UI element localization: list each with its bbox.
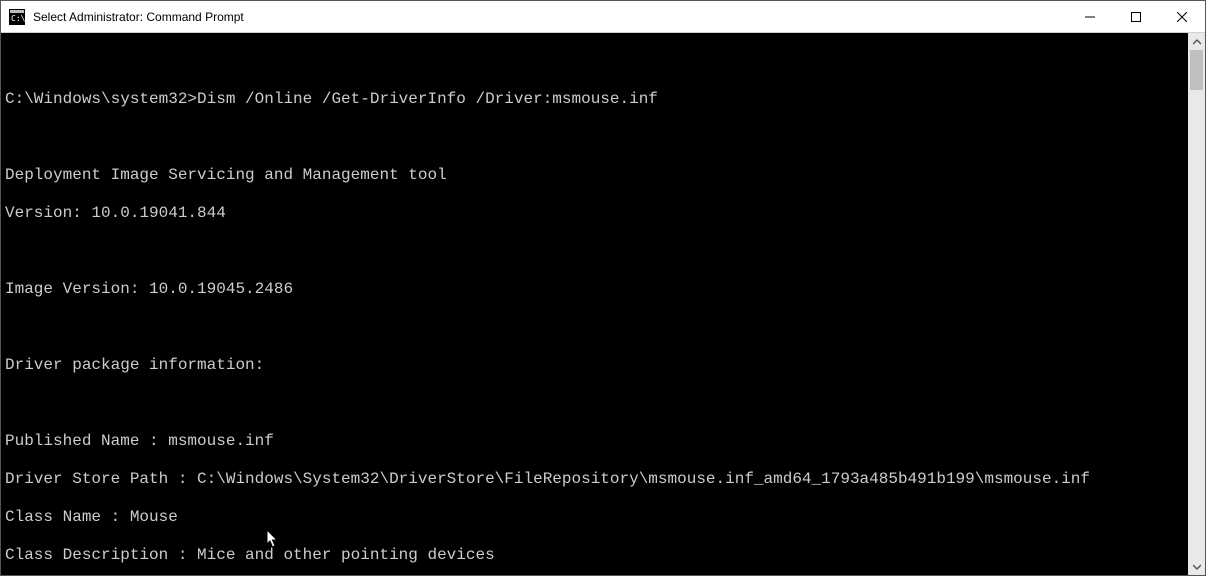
maximize-button[interactable] — [1113, 1, 1159, 32]
output-line: Driver Store Path : C:\Windows\System32\… — [5, 470, 1184, 489]
close-button[interactable] — [1159, 1, 1205, 32]
output-line: Driver package information: — [5, 356, 1184, 375]
vertical-scrollbar[interactable] — [1188, 33, 1205, 575]
command-text: Dism /Online /Get-DriverInfo /Driver:msm… — [197, 90, 658, 108]
client-area: C:\Windows\system32>Dism /Online /Get-Dr… — [1, 33, 1205, 575]
cmd-icon: C:\ — [9, 9, 25, 25]
output-line: Class Description : Mice and other point… — [5, 546, 1184, 565]
window-titlebar: C:\ Select Administrator: Command Prompt — [1, 1, 1205, 33]
terminal-output[interactable]: C:\Windows\system32>Dism /Online /Get-Dr… — [1, 33, 1188, 575]
svg-text:C:\: C:\ — [11, 14, 25, 23]
scroll-up-arrow-icon[interactable] — [1188, 33, 1205, 50]
scroll-thumb[interactable] — [1190, 50, 1203, 90]
window-title: Select Administrator: Command Prompt — [33, 10, 1067, 24]
output-line: Class Name : Mouse — [5, 508, 1184, 527]
minimize-button[interactable] — [1067, 1, 1113, 32]
scroll-down-arrow-icon[interactable] — [1188, 558, 1205, 575]
output-line: Published Name : msmouse.inf — [5, 432, 1184, 451]
output-line: Image Version: 10.0.19045.2486 — [5, 280, 1184, 299]
output-line: Deployment Image Servicing and Managemen… — [5, 166, 1184, 185]
window-controls — [1067, 1, 1205, 32]
prompt-text: C:\Windows\system32> — [5, 90, 197, 108]
output-line: Version: 10.0.19041.844 — [5, 204, 1184, 223]
